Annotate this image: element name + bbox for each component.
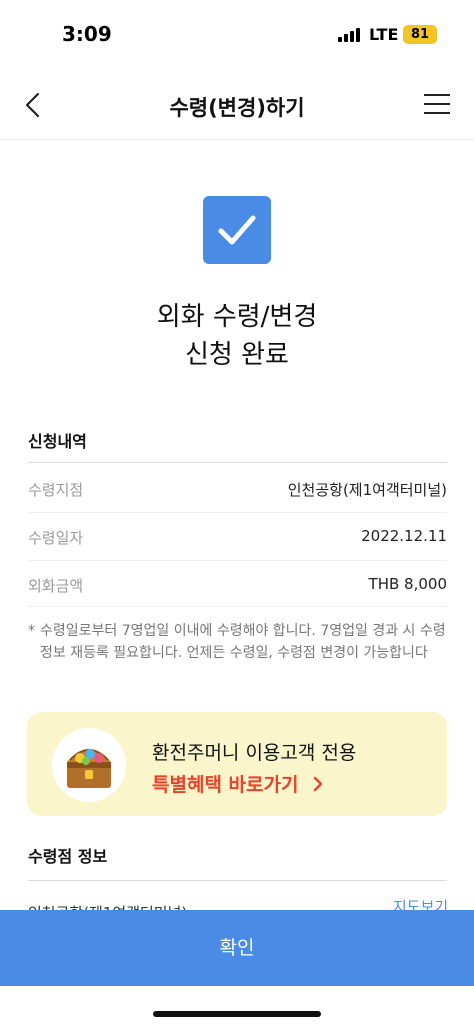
- network-label: LTE: [369, 25, 399, 44]
- detail-row-date: 수령일자 2022.12.11: [28, 522, 447, 552]
- completion-line2: 신청 완료: [185, 340, 289, 370]
- completion-line1: 외화 수령/변경: [156, 302, 318, 332]
- detail-value: 2022.12.11: [361, 527, 447, 545]
- promo-link-label: 특별혜택 바로가기: [152, 774, 299, 796]
- detail-label: 외화금액: [28, 577, 84, 595]
- divider: [28, 462, 447, 463]
- details-section-title: 신청내역: [28, 432, 87, 451]
- detail-row-amount: 외화금액 THB 8,000: [28, 570, 447, 600]
- promo-link[interactable]: 특별혜택 바로가기: [152, 770, 325, 797]
- divider: [28, 880, 447, 881]
- promo-banner[interactable]: 환전주머니 이용고객 전용 특별혜택 바로가기: [27, 712, 447, 816]
- page-title: 수령(변경)하기: [169, 96, 305, 120]
- detail-value: THB 8,000: [368, 575, 447, 593]
- notice-text: 수령일로부터 7영업일 이내에 수령해야 합니다. 7영업일 경과 시 수령정보…: [40, 623, 446, 661]
- status-bar: 3:09 LTE 81: [0, 0, 474, 70]
- chevron-right-icon: [313, 776, 323, 792]
- status-time: 3:09: [62, 22, 112, 46]
- detail-label: 수령일자: [28, 529, 84, 547]
- treasure-chest-icon: [52, 728, 126, 802]
- confirm-button[interactable]: 확인: [0, 910, 474, 986]
- divider: [28, 560, 447, 561]
- notice-text-block: * 수령일로부터 7영업일 이내에 수령해야 합니다. 7영업일 경과 시 수령…: [28, 620, 450, 664]
- battery-icon: 81: [403, 25, 437, 44]
- home-indicator: [153, 1011, 321, 1017]
- divider: [28, 512, 447, 513]
- menu-button[interactable]: [424, 94, 450, 116]
- check-icon: [203, 196, 271, 264]
- nav-bar: 수령(변경)하기: [0, 70, 474, 140]
- notice-bullet: *: [28, 623, 35, 639]
- divider: [28, 606, 447, 607]
- detail-value: 인천공항(제1여객터미널): [287, 481, 447, 499]
- promo-title: 환전주머니 이용고객 전용: [152, 742, 357, 764]
- detail-label: 수령지점: [28, 481, 84, 499]
- completion-message: 외화 수령/변경 신청 완료: [0, 298, 474, 374]
- signal-icon: [338, 28, 362, 42]
- chevron-left-icon: [25, 92, 40, 118]
- detail-row-branch: 수령지점 인천공항(제1여객터미널): [28, 474, 447, 504]
- back-button[interactable]: [18, 90, 48, 120]
- branch-section-title: 수령점 정보: [28, 847, 108, 866]
